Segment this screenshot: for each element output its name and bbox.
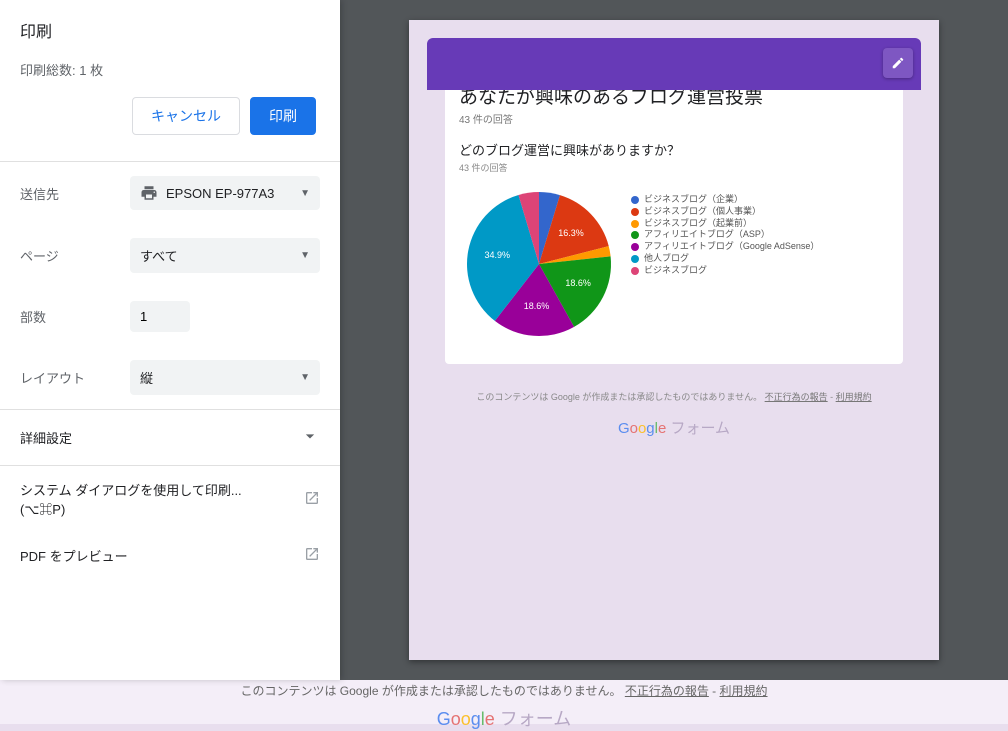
page-footer: このコンテンツは Google が作成または承認したものではありません。 不正行… xyxy=(0,680,1008,724)
chevron-down-icon: ▼ xyxy=(300,188,310,199)
legend-item: ビジネスブログ xyxy=(631,265,819,276)
preview-page: あなたが興味のあるブログ運営投票 43 件の回答 どのブログ運営に興味があります… xyxy=(409,20,939,660)
legend-dot xyxy=(631,196,639,204)
pdf-preview-link[interactable]: PDF をプレビュー xyxy=(0,532,340,579)
legend-label: アフィリエイトブログ（ASP） xyxy=(644,229,770,240)
legend-item: アフィリエイトブログ（ASP） xyxy=(631,229,819,240)
legend-dot xyxy=(631,255,639,263)
edit-button[interactable] xyxy=(883,48,913,78)
pencil-icon xyxy=(891,56,905,70)
chevron-down-icon: ▼ xyxy=(300,250,310,261)
form-header-bar xyxy=(427,38,921,90)
pie-slice-label: 34.9% xyxy=(485,250,511,260)
legend-label: ビジネスブログ（個人事業） xyxy=(644,206,761,217)
google-forms-logo: Google フォーム xyxy=(0,705,1008,731)
print-dialog: 印刷 印刷総数: 1 枚 キャンセル 印刷 送信先 EPSON EP-977A3… xyxy=(0,0,340,680)
footer-abuse-link[interactable]: 不正行為の報告 xyxy=(625,684,709,698)
legend-item: ビジネスブログ（起業前） xyxy=(631,218,819,229)
legend-dot xyxy=(631,231,639,239)
pie-svg xyxy=(459,184,619,344)
layout-select[interactable]: 縦 ▼ xyxy=(130,360,320,395)
legend-label: ビジネスブログ（企業） xyxy=(644,194,743,205)
destination-select[interactable]: EPSON EP-977A3 ▼ xyxy=(130,176,320,210)
preview-abuse-link[interactable]: 不正行為の報告 xyxy=(765,392,828,402)
copies-input[interactable] xyxy=(130,301,190,332)
print-title: 印刷 xyxy=(20,18,320,42)
print-total: 印刷総数: 1 枚 xyxy=(20,60,320,79)
preview-google-forms-logo: Google フォーム xyxy=(427,417,921,438)
print-button[interactable]: 印刷 xyxy=(250,97,316,135)
chevron-down-icon: ▼ xyxy=(300,372,310,383)
legend-dot xyxy=(631,267,639,275)
copies-label: 部数 xyxy=(20,307,130,326)
pie-slice-label: 16.3% xyxy=(558,228,584,238)
preview-terms-link[interactable]: 利用規約 xyxy=(836,392,872,402)
legend-label: 他人ブログ xyxy=(644,253,689,264)
print-preview-area: あなたが興味のあるブログ運営投票 43 件の回答 どのブログ運営に興味があります… xyxy=(340,0,1008,680)
form-card: あなたが興味のあるブログ運営投票 43 件の回答 どのブログ運営に興味があります… xyxy=(445,72,903,364)
question-responses: 43 件の回答 xyxy=(459,161,889,174)
legend-item: アフィリエイトブログ（Google AdSense） xyxy=(631,241,819,252)
legend-label: アフィリエイトブログ（Google AdSense） xyxy=(644,241,819,252)
legend-dot xyxy=(631,208,639,216)
legend-dot xyxy=(631,220,639,228)
chevron-down-icon xyxy=(300,426,320,449)
footer-text: このコンテンツは Google が作成または承認したものではありません。 xyxy=(240,684,621,698)
legend-item: ビジネスブログ（個人事業） xyxy=(631,206,819,217)
legend-label: ビジネスブログ xyxy=(644,265,707,276)
destination-label: 送信先 xyxy=(20,184,130,203)
form-responses: 43 件の回答 xyxy=(459,111,889,126)
pie-chart: 16.3%18.6%18.6%34.9% ビジネスブログ（企業）ビジネスブログ（… xyxy=(459,184,889,354)
cancel-button[interactable]: キャンセル xyxy=(132,97,240,135)
legend-dot xyxy=(631,243,639,251)
open-external-icon xyxy=(304,490,320,509)
preview-footer: このコンテンツは Google が作成または承認したものではありません。 不正行… xyxy=(427,390,921,403)
pie-slice-label: 18.6% xyxy=(565,278,591,288)
legend-item: 他人ブログ xyxy=(631,253,819,264)
pie-slice-label: 18.6% xyxy=(524,301,550,311)
open-external-icon xyxy=(304,546,320,565)
chart-legend: ビジネスブログ（企業）ビジネスブログ（個人事業）ビジネスブログ（起業前）アフィリ… xyxy=(631,184,819,344)
pages-select[interactable]: すべて ▼ xyxy=(130,238,320,273)
legend-item: ビジネスブログ（企業） xyxy=(631,194,819,205)
system-dialog-link[interactable]: システム ダイアログを使用して印刷... (⌥⌘P) xyxy=(0,466,340,532)
footer-terms-link[interactable]: 利用規約 xyxy=(720,684,768,698)
layout-label: レイアウト xyxy=(20,368,130,387)
advanced-settings-toggle[interactable]: 詳細設定 xyxy=(0,409,340,465)
pages-label: ページ xyxy=(20,246,130,265)
legend-label: ビジネスブログ（起業前） xyxy=(644,218,752,229)
question-title: どのブログ運営に興味がありますか？ xyxy=(459,140,889,159)
printer-icon xyxy=(140,184,158,202)
